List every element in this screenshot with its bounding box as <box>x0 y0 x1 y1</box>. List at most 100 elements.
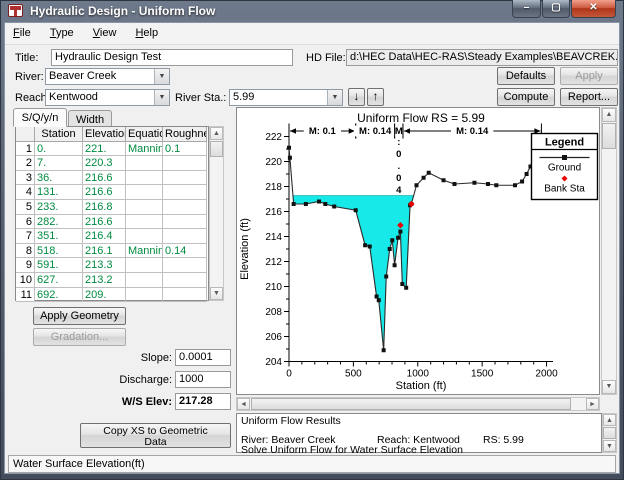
scroll-right-icon[interactable]: ► <box>586 398 599 410</box>
report-button[interactable]: Report... <box>560 88 618 106</box>
next-upstream-button-icon[interactable]: ↑ <box>367 88 384 106</box>
table-cell[interactable] <box>126 273 163 288</box>
table-cell[interactable] <box>163 273 207 288</box>
scroll-up-icon[interactable]: ▲ <box>602 108 616 122</box>
table-cell[interactable] <box>163 185 207 200</box>
row-number-cell: 6 <box>16 215 35 230</box>
table-cell[interactable] <box>163 200 207 215</box>
table-cell[interactable]: 216.6 <box>83 185 126 200</box>
scrollbar-thumb[interactable] <box>251 398 571 410</box>
chart-vertical-scrollbar[interactable]: ▲ ▼ <box>601 107 617 395</box>
ws-elev-input[interactable]: 217.28 <box>175 393 231 410</box>
table-cell[interactable] <box>163 171 207 186</box>
column-header: Roughness <box>163 127 207 142</box>
results-scrollbar[interactable]: ▲ ▼ <box>602 413 617 453</box>
table-cell[interactable]: Manning <box>126 244 163 259</box>
table-cell[interactable]: 216.1 <box>83 244 126 259</box>
scrollbar-thumb[interactable] <box>602 123 616 149</box>
chevron-down-icon[interactable]: ▼ <box>327 90 342 105</box>
table-cell[interactable]: 7. <box>35 156 83 171</box>
table-cell[interactable]: 213.3 <box>83 258 126 273</box>
table-cell[interactable]: 351. <box>35 229 83 244</box>
table-cell[interactable]: 282. <box>35 215 83 230</box>
scroll-down-icon[interactable]: ▼ <box>210 287 223 300</box>
compute-button[interactable]: Compute <box>497 88 555 106</box>
table-cell[interactable]: 216.6 <box>83 171 126 186</box>
table-cell[interactable]: 591. <box>35 258 83 273</box>
svg-text:500: 500 <box>345 369 362 380</box>
table-cell[interactable] <box>126 185 163 200</box>
table-cell[interactable] <box>163 215 207 230</box>
title-bar[interactable]: Hydraulic Design - Uniform Flow – ▢ ✕ <box>0 0 624 22</box>
table-cell[interactable]: 131. <box>35 185 83 200</box>
scroll-left-icon[interactable]: ◄ <box>237 398 250 410</box>
scroll-down-icon[interactable]: ▼ <box>602 380 616 394</box>
menu-help[interactable]: Help <box>127 23 166 42</box>
close-button-icon[interactable]: ✕ <box>571 0 616 18</box>
hd-table: StationElevationEquationRoughness10.221.… <box>15 126 209 301</box>
chevron-down-icon[interactable]: ▼ <box>154 69 169 84</box>
table-cell[interactable]: 216.8 <box>83 200 126 215</box>
svg-text:M: 0.14: M: 0.14 <box>359 126 392 137</box>
row-number-cell: 2 <box>16 156 35 171</box>
menu-view[interactable]: View <box>85 23 125 42</box>
slope-input[interactable]: 0.0001 <box>175 349 231 366</box>
table-cell[interactable]: 220.3 <box>83 156 126 171</box>
scrollbar-thumb[interactable] <box>210 141 223 157</box>
table-cell[interactable]: 221. <box>83 142 126 157</box>
chevron-down-icon[interactable]: ▼ <box>154 90 169 105</box>
table-cell[interactable]: 216.6 <box>83 215 126 230</box>
table-scrollbar[interactable]: ▲ ▼ <box>209 126 224 301</box>
scrollbar-thumb[interactable] <box>603 427 616 439</box>
table-cell[interactable] <box>163 288 207 303</box>
table-cell[interactable]: 0. <box>35 142 83 157</box>
table-cell[interactable]: 233. <box>35 200 83 215</box>
maximize-button-icon[interactable]: ▢ <box>542 0 570 18</box>
river-sta-combobox[interactable]: 5.99 ▼ <box>229 89 343 106</box>
table-cell[interactable] <box>163 156 207 171</box>
row-number-cell: 4 <box>16 185 35 200</box>
svg-text:.: . <box>397 161 400 172</box>
table-cell[interactable]: 209. <box>83 288 126 303</box>
copy-xs-button[interactable]: Copy XS to Geometric Data <box>80 423 231 448</box>
table-cell[interactable]: 216.4 <box>83 229 126 244</box>
table-cell[interactable]: Manning <box>126 142 163 157</box>
table-cell[interactable]: 692. <box>35 288 83 303</box>
menu-file[interactable]: File <box>5 23 39 42</box>
table-cell[interactable]: 627. <box>35 273 83 288</box>
x-axis-label: Station (ft) <box>396 380 447 392</box>
river-combobox[interactable]: Beaver Creek ▼ <box>45 68 170 85</box>
table-cell[interactable] <box>126 200 163 215</box>
menu-type[interactable]: Type <box>42 23 82 42</box>
reach-combobox[interactable]: Kentwood ▼ <box>45 89 170 106</box>
hdfile-field: d:\HEC Data\HEC-RAS\Steady Examples\BEAV… <box>346 49 618 66</box>
title-input[interactable]: Hydraulic Design Test <box>51 49 293 66</box>
table-cell[interactable] <box>126 156 163 171</box>
discharge-input[interactable]: 1000 <box>175 371 231 388</box>
minimize-button-icon[interactable]: – <box>512 0 541 18</box>
svg-text:2000: 2000 <box>535 369 558 380</box>
next-downstream-button-icon[interactable]: ↓ <box>348 88 365 106</box>
table-cell[interactable]: 0.1 <box>163 142 207 157</box>
table-cell[interactable] <box>163 229 207 244</box>
table-cell[interactable]: 213.2 <box>83 273 126 288</box>
tab-sqyn[interactable]: S/Q/y/n <box>13 108 67 127</box>
table-row: 10.221.Manning0.1 <box>16 142 208 157</box>
table-cell[interactable] <box>126 171 163 186</box>
table-cell[interactable] <box>163 258 207 273</box>
table-cell[interactable] <box>126 258 163 273</box>
scroll-up-icon[interactable]: ▲ <box>603 414 616 426</box>
discharge-label: Discharge: <box>75 374 172 386</box>
table-cell[interactable] <box>126 229 163 244</box>
defaults-button[interactable]: Defaults <box>497 67 555 85</box>
table-cell[interactable] <box>126 215 163 230</box>
scroll-down-icon[interactable]: ▼ <box>603 440 616 452</box>
apply-geometry-button[interactable]: Apply Geometry <box>33 307 126 325</box>
table-cell[interactable]: 36. <box>35 171 83 186</box>
table-cell[interactable]: 0.14 <box>163 244 207 259</box>
scroll-up-icon[interactable]: ▲ <box>210 127 223 140</box>
chart-horizontal-scrollbar[interactable]: ◄ ► <box>236 397 600 411</box>
tab-width[interactable]: Width <box>68 110 112 127</box>
table-cell[interactable]: 518. <box>35 244 83 259</box>
table-cell[interactable] <box>126 288 163 303</box>
